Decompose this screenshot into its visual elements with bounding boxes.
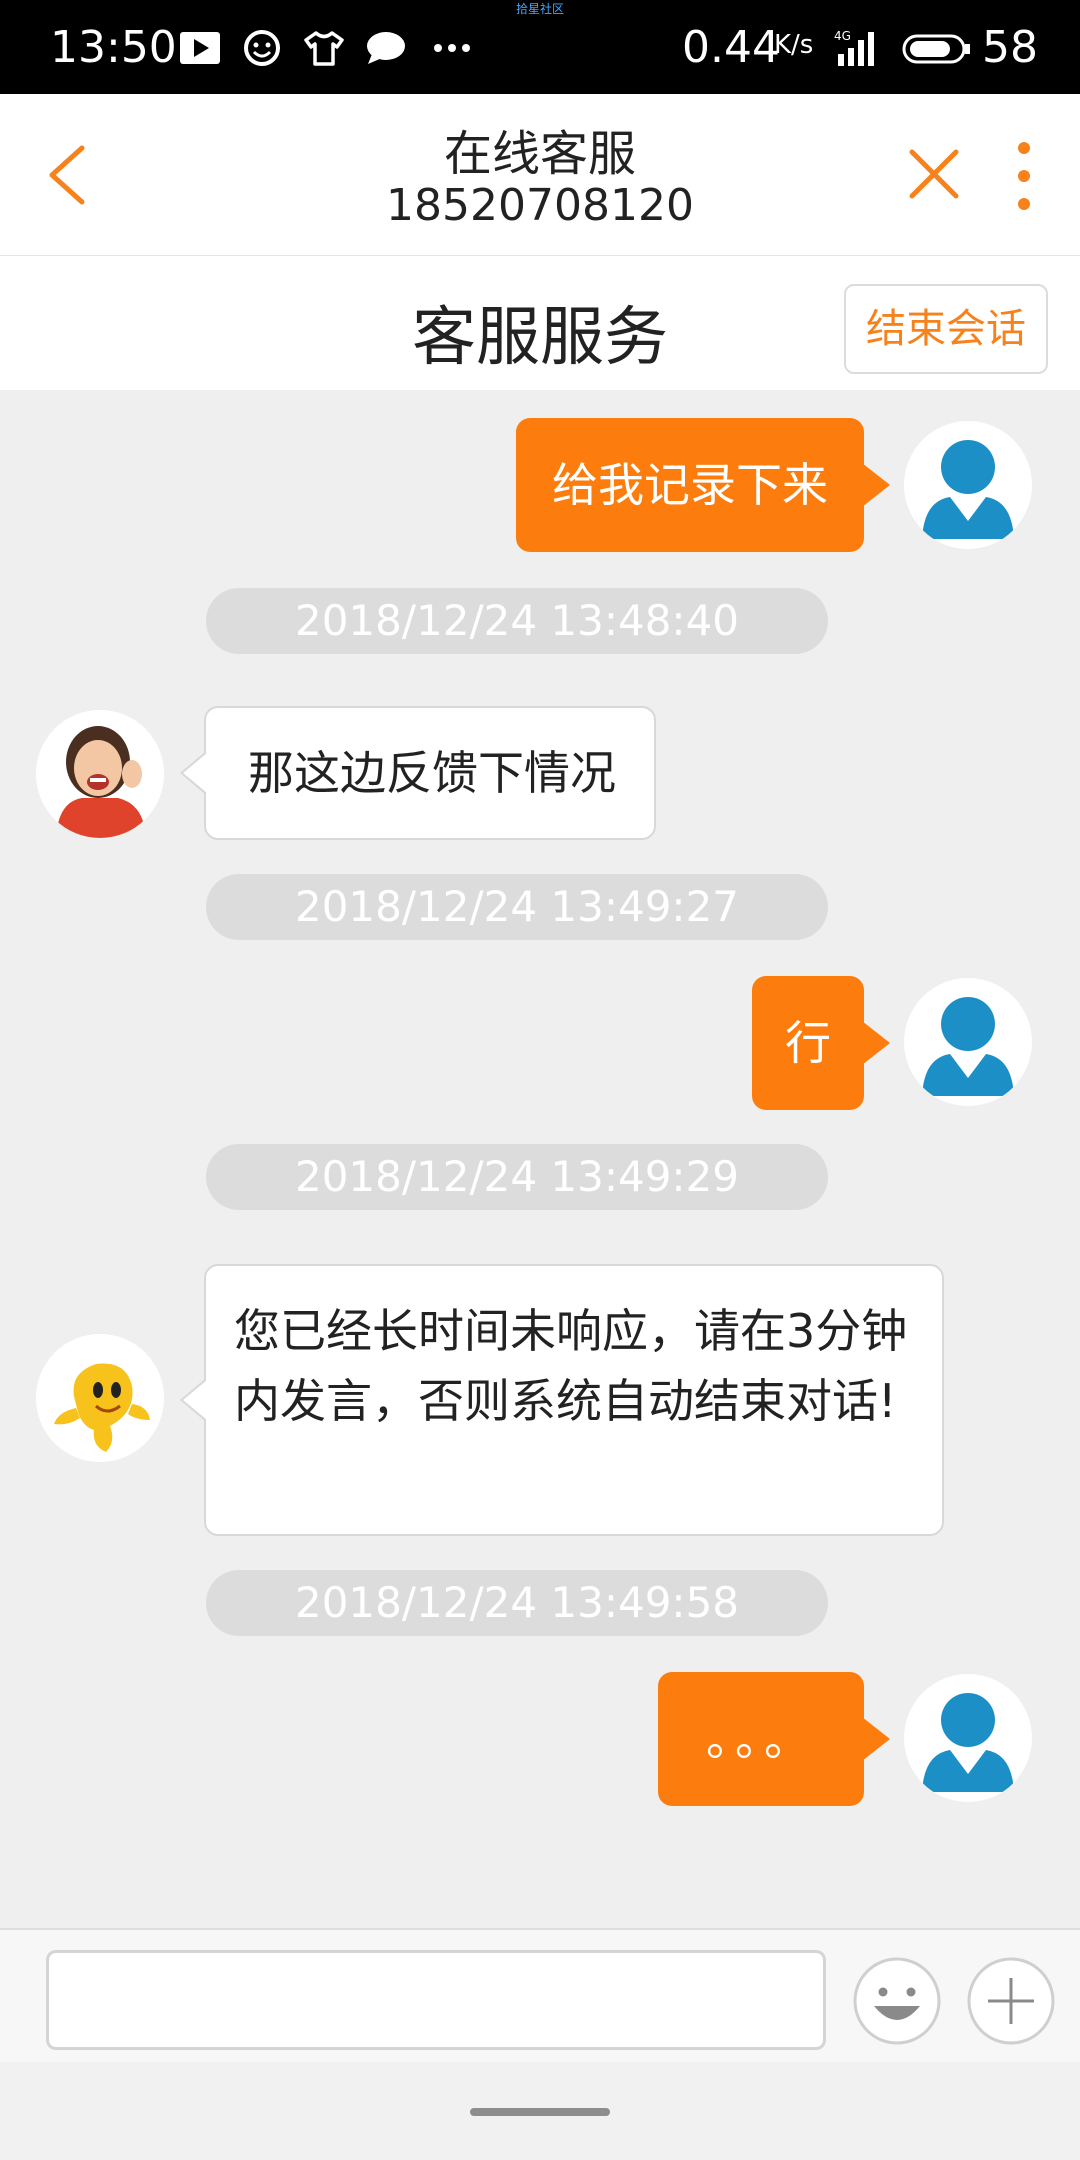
service-header: 客服服务 结束会话 bbox=[0, 256, 1080, 390]
end-session-button[interactable]: 结束会话 bbox=[844, 284, 1048, 374]
user-avatar bbox=[904, 1674, 1032, 1802]
signal-4g-icon: 4G bbox=[834, 29, 874, 66]
emoji-icon[interactable] bbox=[852, 1956, 942, 2046]
input-bar bbox=[0, 1928, 1080, 2064]
outgoing-message: 行 bbox=[752, 976, 890, 1110]
bot-mascot-icon bbox=[36, 1334, 164, 1462]
message-timestamp: 2018/12/24 13:49:58 bbox=[206, 1570, 828, 1636]
nav-bar: 在线客服 18520708120 bbox=[0, 94, 1080, 256]
shirt-icon bbox=[304, 31, 344, 66]
face-app-icon bbox=[244, 30, 280, 66]
bot-avatar bbox=[36, 1334, 164, 1462]
user-avatar-icon bbox=[922, 997, 1014, 1096]
user-avatar-icon bbox=[922, 1693, 1014, 1792]
more-notifications-icon bbox=[434, 44, 470, 52]
agent-photo-icon bbox=[36, 710, 164, 838]
message-timestamp: 2018/12/24 13:49:29 bbox=[206, 1144, 828, 1210]
net-speed: 0.44 bbox=[682, 22, 780, 73]
outgoing-message: 。。。 bbox=[658, 1672, 890, 1806]
svg-text:4G: 4G bbox=[834, 29, 851, 43]
plus-icon[interactable] bbox=[966, 1956, 1056, 2046]
net-speed-unit: K/s bbox=[774, 30, 814, 60]
status-time: 13:50 bbox=[50, 22, 177, 73]
carrier-tag: 拾星社区 bbox=[515, 2, 564, 16]
message-timestamp: 2018/12/24 13:48:40 bbox=[206, 588, 828, 654]
user-avatar bbox=[904, 978, 1032, 1106]
home-indicator-bar bbox=[0, 2062, 1080, 2160]
more-vertical-icon[interactable] bbox=[1006, 134, 1042, 218]
status-bar: 拾星社区 13:50 0.44 K/s 4G 58 bbox=[0, 0, 1080, 94]
agent-avatar bbox=[36, 710, 164, 838]
outgoing-message: 给我记录下来 bbox=[516, 418, 890, 552]
home-indicator[interactable] bbox=[470, 2108, 610, 2116]
close-icon[interactable] bbox=[906, 146, 962, 202]
user-avatar bbox=[904, 421, 1032, 549]
battery-icon bbox=[902, 34, 970, 64]
message-input[interactable] bbox=[46, 1950, 826, 2050]
play-icon bbox=[180, 32, 220, 64]
user-avatar-icon bbox=[922, 440, 1014, 539]
battery-level: 58 bbox=[982, 22, 1038, 73]
incoming-message: 您已经长时间未响应，请在3分钟内发言，否则系统自动结束对话! bbox=[180, 1264, 944, 1536]
chat-notification-icon bbox=[367, 32, 405, 64]
incoming-message: 那这边反馈下情况 bbox=[180, 706, 656, 840]
message-timestamp: 2018/12/24 13:49:27 bbox=[206, 874, 828, 940]
